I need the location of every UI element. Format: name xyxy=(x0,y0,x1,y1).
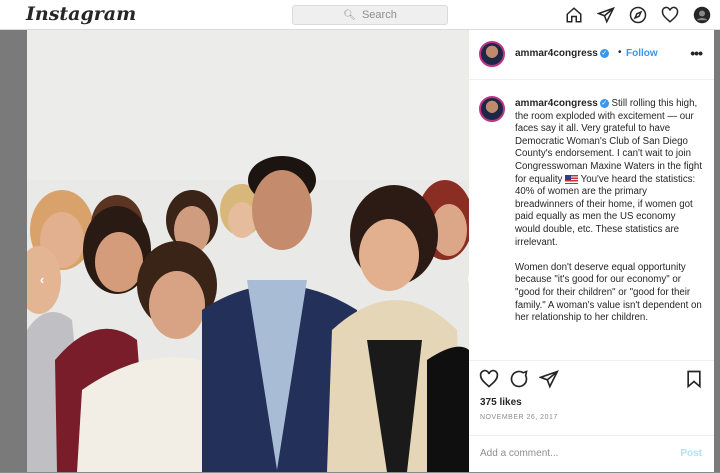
post-comment-button[interactable]: Post xyxy=(680,448,702,459)
caption-section: ammar4congress ✓ Still rolling this high,… xyxy=(469,80,714,360)
save-bookmark-icon[interactable] xyxy=(684,369,704,389)
previous-photo-chevron-icon[interactable]: ‹ xyxy=(33,270,51,288)
follow-separator: • xyxy=(618,47,622,58)
comment-input[interactable]: Add a comment... xyxy=(480,448,558,459)
caption-paragraph-1: Still rolling this high, the room explod… xyxy=(515,98,703,185)
us-flag-emoji-icon xyxy=(565,174,579,184)
more-options-icon[interactable]: ••• xyxy=(690,45,703,61)
group-photo-illustration xyxy=(27,156,469,472)
share-send-icon[interactable] xyxy=(539,369,559,389)
direct-message-icon[interactable] xyxy=(596,5,616,25)
comment-bubble-icon[interactable] xyxy=(509,369,529,389)
action-buttons xyxy=(479,369,559,389)
search-input[interactable]: 🔍︎ Search xyxy=(292,5,448,25)
comment-bar: Add a comment... Post xyxy=(469,435,714,473)
author-username[interactable]: ammar4congress xyxy=(515,48,598,59)
top-nav-bar: Instagram 🔍︎ Search xyxy=(0,0,720,30)
follow-button[interactable]: Follow xyxy=(626,48,658,59)
explore-icon[interactable] xyxy=(628,5,648,25)
instagram-logo[interactable]: Instagram xyxy=(26,3,136,25)
profile-avatar-icon[interactable] xyxy=(692,5,712,25)
author-avatar[interactable] xyxy=(479,41,505,67)
likes-count[interactable]: 375 likes xyxy=(480,397,522,408)
verified-badge-icon: ✓ xyxy=(599,98,609,108)
post-details-panel: ammar4congress ✓ • Follow ••• ammar4congr… xyxy=(469,30,714,472)
caption-author-avatar[interactable] xyxy=(479,96,505,122)
search-icon: 🔍︎ xyxy=(343,10,356,21)
caption-paragraph-2: Women don't deserve equal opportunity be… xyxy=(515,261,702,324)
post-header: ammar4congress ✓ • Follow ••• xyxy=(469,30,714,80)
home-icon[interactable] xyxy=(564,5,584,25)
author-username-link[interactable]: ammar4congress ✓ xyxy=(515,48,609,59)
search-placeholder: Search xyxy=(361,9,397,21)
activity-heart-icon[interactable] xyxy=(660,5,680,25)
post-actions: 375 likes NOVEMBER 26, 2017 Add a commen… xyxy=(469,360,714,472)
like-heart-icon[interactable] xyxy=(479,369,499,389)
post-date[interactable]: NOVEMBER 26, 2017 xyxy=(480,414,558,421)
caption-author-username[interactable]: ammar4congress xyxy=(515,98,598,109)
nav-icons xyxy=(564,5,712,25)
post-photo[interactable]: ‹ › xyxy=(27,30,469,472)
caption-text: ammar4congress ✓ Still rolling this high,… xyxy=(515,98,703,337)
verified-badge-icon: ✓ xyxy=(599,48,609,58)
